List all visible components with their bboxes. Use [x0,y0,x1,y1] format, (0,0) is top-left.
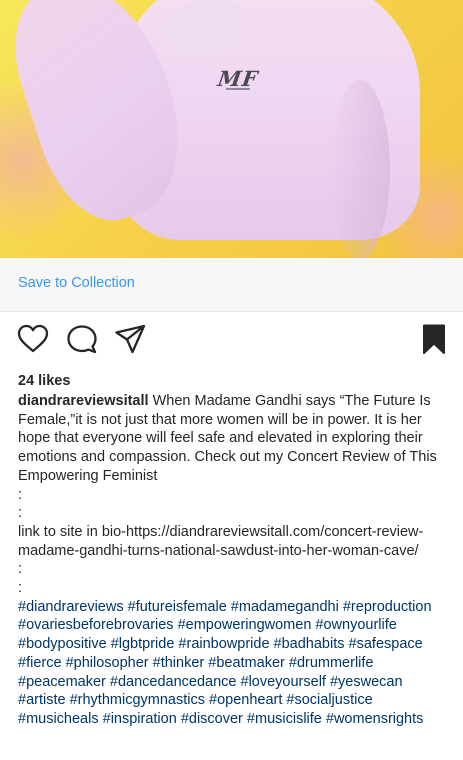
hashtag-link[interactable]: #womensrights [326,711,424,727]
hashtag-link[interactable]: #bodypositive [18,636,107,652]
hashtag-link[interactable]: #ovariesbeforebrovaries [18,617,174,633]
hashtag-link[interactable]: #rhythmicgymnastics [70,692,205,708]
hashtag-link[interactable]: #madamegandhi [231,599,339,615]
hashtag-link[interactable]: #openheart [209,692,282,708]
post-action-bar [0,322,463,362]
hashtag-link[interactable]: #drummerlife [289,655,374,671]
hashtag-link[interactable]: #socialjustice [286,692,372,708]
save-to-collection-link[interactable]: Save to Collection [18,275,135,291]
hashtag-link[interactable]: #ownyourlife [315,617,396,633]
photo-shirt-fold [330,80,390,258]
hashtag-link[interactable]: #safespace [349,636,423,652]
save-bookmark-button[interactable] [417,322,451,356]
likes-count[interactable]: 24 likes [18,373,70,389]
hashtag-link[interactable]: #diandrareviews [18,599,124,615]
caption-separator: : [18,486,23,503]
caption-separator: : [18,561,23,578]
hashtag-link[interactable]: #rainbowpride [178,636,269,652]
hashtag-link[interactable]: #empoweringwomen [178,617,312,633]
hashtag-link[interactable]: #musicislife [247,711,322,727]
hashtag-link[interactable]: #yeswecan [330,674,403,690]
hashtag-link[interactable]: #badhabits [274,636,345,652]
post-caption: diandrareviewsitall When Madame Gandhi s… [18,392,446,729]
hashtag-list: #diandrareviews #futureisfemale #madameg… [18,598,446,729]
hashtag-link[interactable]: #peacemaker [18,674,106,690]
comment-bubble-icon [67,325,97,354]
hashtag-link[interactable]: #fierce [18,655,62,671]
hashtag-link[interactable]: #artiste [18,692,66,708]
caption-body: diandrareviewsitall When Madame Gandhi s… [18,392,446,486]
hashtag-link[interactable]: #futureisfemale [128,599,227,615]
heart-outline-icon [17,324,49,353]
caption-username[interactable]: diandrareviewsitall [18,393,149,409]
comment-button[interactable] [65,322,99,356]
shirt-logo-underline [226,88,250,90]
caption-separator: : [18,580,23,597]
hashtag-link[interactable]: #beatmaker [208,655,285,671]
hashtag-link[interactable]: #thinker [153,655,205,671]
paper-plane-icon [115,324,146,354]
hashtag-link[interactable]: #inspiration [103,711,177,727]
like-button[interactable] [16,322,50,356]
hashtag-link[interactable]: #musicheals [18,711,99,727]
hashtag-link[interactable]: #lgbtpride [111,636,175,652]
hashtag-link[interactable]: #dancedancedance [110,674,237,690]
hashtag-link[interactable]: #loveyourself [241,674,326,690]
hashtag-link[interactable]: #reproduction [343,599,432,615]
hashtag-link[interactable]: #discover [181,711,243,727]
share-button[interactable] [113,322,147,356]
caption-link-line: link to site in bio-https://diandrarevie… [18,523,424,559]
hashtag-link[interactable]: #philosopher [66,655,149,671]
caption-separator: : [18,505,23,522]
bookmark-filled-icon [423,324,445,354]
post-photo[interactable]: MF [0,0,463,258]
save-to-collection-bar: Save to Collection [0,258,463,312]
